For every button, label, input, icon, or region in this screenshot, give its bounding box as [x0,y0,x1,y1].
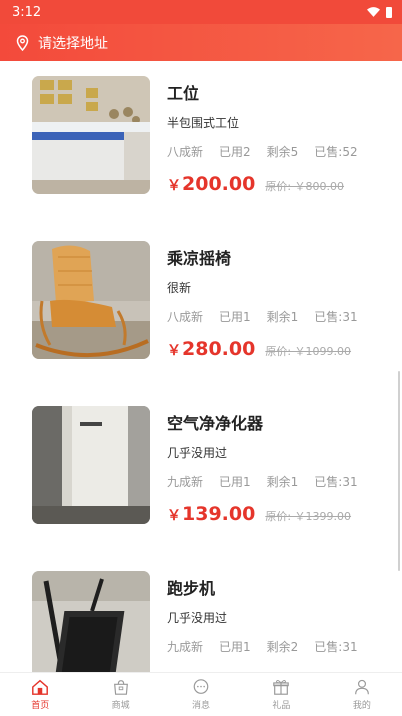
product-desc: 几乎没用过 [167,446,228,460]
battery-icon [386,6,392,18]
product-title: 乘凉摇椅 [167,249,232,268]
tab-label: 首页 [31,701,50,711]
location-selector[interactable]: 请选择地址 [0,24,402,61]
user-icon [354,679,369,695]
original-price: 原价: ￥1099.00 [265,345,352,358]
location-placeholder: 请选择地址 [38,35,108,52]
product-remaining: 剩余1 [266,310,299,324]
product-desc: 很新 [167,281,192,295]
product-remaining: 剩余1 [266,475,299,489]
product-used: 已用1 [219,475,251,489]
original-price: 原价: ￥800.00 [265,180,345,193]
product-card[interactable]: 空气净净化器 几乎没用过 九成新 已用1 剩余1 已售:31 ￥139.00 原… [0,391,402,556]
product-meta: 八成新 已用1 剩余1 已售:31 [167,308,374,325]
status-icons [367,6,392,18]
original-price: 原价: ￥1399.00 [265,510,352,523]
price-row: ￥280.00 原价: ￥1099.00 [167,338,351,360]
product-condition: 八成新 [167,145,204,159]
tab-gifts[interactable]: 礼品 [241,673,321,716]
product-meta: 九成新 已用1 剩余2 已售:31 [167,638,374,655]
tab-home[interactable]: 首页 [0,673,80,716]
tab-shop[interactable]: 商城 [80,673,160,716]
product-meta: 九成新 已用1 剩余1 已售:31 [167,473,374,490]
product-title: 空气净净化器 [167,414,264,433]
scrollbar[interactable] [398,371,400,571]
product-price: ￥139.00 [167,503,256,525]
product-desc: 几乎没用过 [167,611,228,625]
wifi-icon [367,7,380,17]
product-list[interactable]: 工位 半包围式工位 八成新 已用2 剩余5 已售:52 ￥200.00 原价: … [0,61,402,672]
price-row: ￥139.00 原价: ￥1399.00 [167,503,351,525]
product-meta: 八成新 已用2 剩余5 已售:52 [167,143,374,160]
tab-label: 商城 [111,701,130,711]
home-icon [32,679,49,695]
product-sold: 已售:31 [314,640,358,654]
product-sold: 已售:52 [314,145,358,159]
product-remaining: 剩余5 [266,145,299,159]
product-image [32,76,150,194]
product-card[interactable]: 乘凉摇椅 很新 八成新 已用1 剩余1 已售:31 ￥280.00 原价: ￥1… [0,226,402,391]
product-card[interactable]: 工位 半包围式工位 八成新 已用2 剩余5 已售:52 ￥200.00 原价: … [0,61,402,226]
product-used: 已用1 [219,640,251,654]
product-condition: 八成新 [167,310,204,324]
tab-profile[interactable]: 我的 [322,673,402,716]
status-time: 3:12 [12,4,42,20]
product-used: 已用1 [219,310,251,324]
tab-messages[interactable]: 消息 [161,673,241,716]
tab-label: 我的 [352,701,371,711]
product-price: ￥200.00 [167,173,256,195]
product-price: ￥280.00 [167,338,256,360]
product-image [32,571,150,672]
message-icon [193,679,209,694]
product-card[interactable]: 跑步机 几乎没用过 九成新 已用1 剩余2 已售:31 [0,556,402,672]
gift-icon [273,680,290,695]
location-pin-icon [16,34,29,51]
product-sold: 已售:31 [314,310,358,324]
product-image [32,406,150,524]
product-condition: 九成新 [167,640,204,654]
product-image [32,241,150,359]
tab-label: 消息 [192,701,211,711]
product-sold: 已售:31 [314,475,358,489]
product-title: 工位 [167,84,200,103]
tab-label: 礼品 [272,701,291,711]
product-desc: 半包围式工位 [167,116,240,130]
status-bar: 3:12 [0,0,402,24]
product-condition: 九成新 [167,475,204,489]
price-row: ￥200.00 原价: ￥800.00 [167,173,344,195]
product-used: 已用2 [219,145,251,159]
product-remaining: 剩余2 [266,640,299,654]
bottom-tab-bar: 首页 商城 消息 礼品 我的 [0,672,402,716]
product-title: 跑步机 [167,579,216,598]
shop-icon [113,680,128,695]
